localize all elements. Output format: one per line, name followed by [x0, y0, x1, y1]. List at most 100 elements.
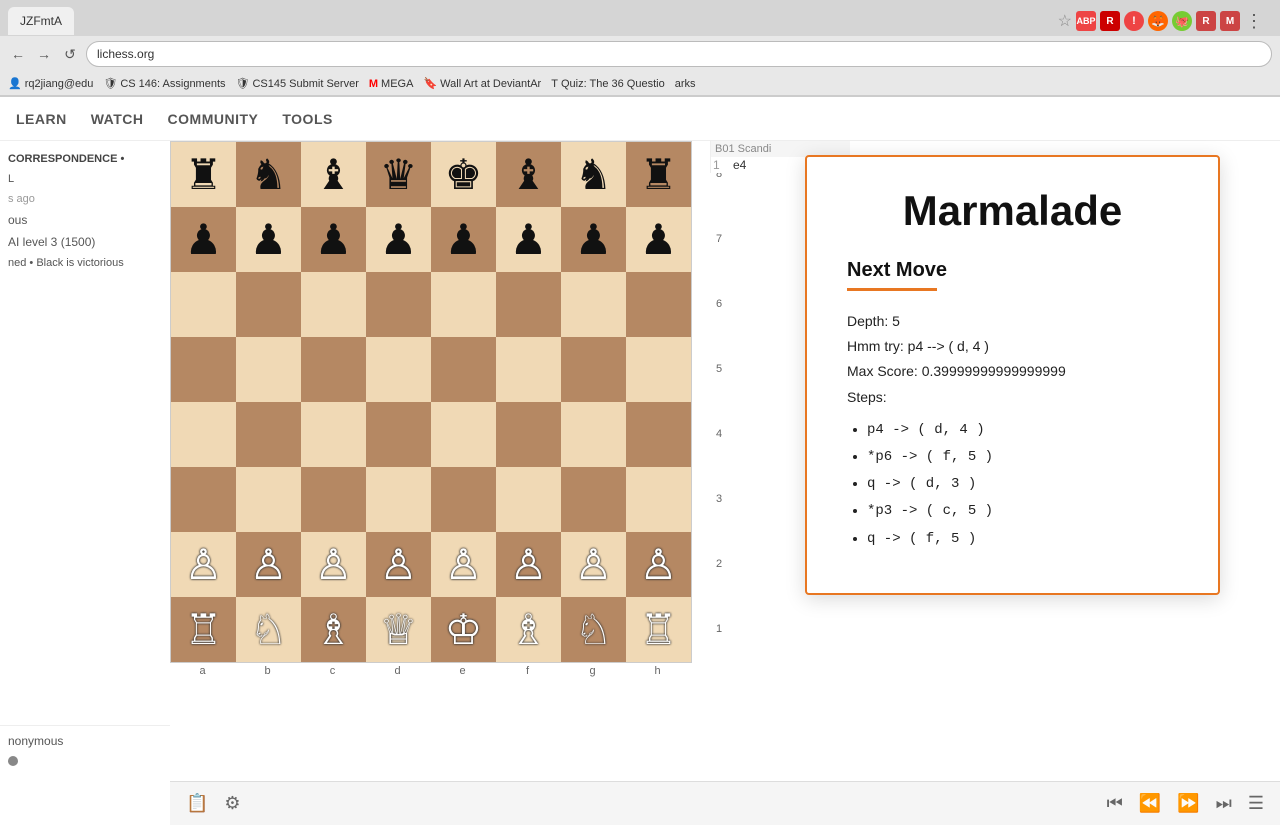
browser-tab[interactable]: JZFmtA: [8, 7, 74, 35]
ext-icon-4[interactable]: 🦊: [1148, 11, 1168, 31]
settings-icon[interactable]: ⚙: [224, 793, 240, 814]
last-move-icon[interactable]: ⏭: [1216, 793, 1232, 814]
chess-cell-4-4[interactable]: [431, 402, 496, 467]
chess-board[interactable]: ♜♞♝♛♚♝♞♜♟♟♟♟♟♟♟♟♙♙♙♙♙♙♙♙♖♘♗♕♔♗♘♖: [170, 141, 692, 663]
nav-community[interactable]: COMMUNITY: [168, 111, 259, 127]
chess-cell-1-3[interactable]: ♟: [366, 207, 431, 272]
chess-cell-7-0[interactable]: ♖: [171, 597, 236, 662]
chess-cell-1-4[interactable]: ♟: [431, 207, 496, 272]
next-move-icon[interactable]: ⏩: [1177, 793, 1199, 814]
chat-user: nonymous: [8, 734, 162, 748]
chess-cell-7-7[interactable]: ♖: [626, 597, 691, 662]
first-move-icon[interactable]: ⏮: [1107, 793, 1123, 814]
ext-icon-2[interactable]: R: [1100, 11, 1120, 31]
back-icon[interactable]: ←: [8, 44, 28, 64]
chess-cell-0-0[interactable]: ♜: [171, 142, 236, 207]
nav-watch[interactable]: WATCH: [91, 111, 144, 127]
chess-cell-4-5[interactable]: [496, 402, 561, 467]
chess-cell-5-0[interactable]: [171, 467, 236, 532]
chess-cell-2-6[interactable]: [561, 272, 626, 337]
chess-cell-4-2[interactable]: [301, 402, 366, 467]
chess-cell-1-2[interactable]: ♟: [301, 207, 366, 272]
chess-cell-0-3[interactable]: ♛: [366, 142, 431, 207]
ext-icon-5[interactable]: 🐙: [1172, 11, 1192, 31]
chess-cell-3-5[interactable]: [496, 337, 561, 402]
chess-cell-5-7[interactable]: [626, 467, 691, 532]
nav-learn[interactable]: LEARN: [16, 111, 67, 127]
forward-icon[interactable]: →: [34, 44, 54, 64]
chess-cell-4-0[interactable]: [171, 402, 236, 467]
ext-icon-6[interactable]: R: [1196, 11, 1216, 31]
chess-cell-3-3[interactable]: [366, 337, 431, 402]
chess-cell-3-0[interactable]: [171, 337, 236, 402]
chess-cell-3-6[interactable]: [561, 337, 626, 402]
chess-cell-1-7[interactable]: ♟: [626, 207, 691, 272]
ext-icon-1[interactable]: ABP: [1076, 11, 1096, 31]
bookmark-6[interactable]: arks: [675, 78, 696, 90]
bookmark-5[interactable]: T Quiz: The 36 Questio: [551, 78, 664, 90]
chess-cell-5-5[interactable]: [496, 467, 561, 532]
chess-cell-0-6[interactable]: ♞: [561, 142, 626, 207]
address-bar-input[interactable]: [86, 41, 1272, 67]
chess-cell-2-4[interactable]: [431, 272, 496, 337]
chess-cell-1-6[interactable]: ♟: [561, 207, 626, 272]
ext-icon-7[interactable]: M: [1220, 11, 1240, 31]
bookmark-1[interactable]: 👤 rq2jiang@edu: [8, 77, 93, 90]
chess-cell-4-6[interactable]: [561, 402, 626, 467]
chess-cell-4-7[interactable]: [626, 402, 691, 467]
chess-cell-3-1[interactable]: [236, 337, 301, 402]
chess-cell-2-7[interactable]: [626, 272, 691, 337]
chess-cell-7-5[interactable]: ♗: [496, 597, 561, 662]
menu-icon[interactable]: ☰: [1248, 793, 1264, 814]
bookmark-4[interactable]: 🔖 Wall Art at DeviantAr: [423, 77, 541, 90]
notes-icon[interactable]: 📋: [186, 793, 208, 814]
chess-cell-6-3[interactable]: ♙: [366, 532, 431, 597]
chess-cell-6-2[interactable]: ♙: [301, 532, 366, 597]
chess-cell-7-1[interactable]: ♘: [236, 597, 301, 662]
bookmark-3[interactable]: 🛡 CS145 Submit Server: [236, 77, 359, 90]
chess-cell-0-1[interactable]: ♞: [236, 142, 301, 207]
reload-icon[interactable]: ↺: [60, 44, 80, 64]
chess-cell-0-5[interactable]: ♝: [496, 142, 561, 207]
chess-cell-6-1[interactable]: ♙: [236, 532, 301, 597]
chess-cell-7-3[interactable]: ♕: [366, 597, 431, 662]
chess-cell-7-2[interactable]: ♗: [301, 597, 366, 662]
popup-steps-label: Steps:: [847, 385, 1178, 410]
bookmark-icon-5: T: [551, 78, 558, 90]
bookmark-2[interactable]: 🛡 CS 146: Assignments: [103, 77, 225, 90]
chess-cell-4-3[interactable]: [366, 402, 431, 467]
chess-cell-2-0[interactable]: [171, 272, 236, 337]
star-icon[interactable]: ☆: [1058, 11, 1072, 31]
chess-cell-3-7[interactable]: [626, 337, 691, 402]
chess-cell-6-0[interactable]: ♙: [171, 532, 236, 597]
chess-cell-5-3[interactable]: [366, 467, 431, 532]
chess-cell-0-4[interactable]: ♚: [431, 142, 496, 207]
chess-cell-0-7[interactable]: ♜: [626, 142, 691, 207]
chess-cell-5-2[interactable]: [301, 467, 366, 532]
chess-cell-2-1[interactable]: [236, 272, 301, 337]
chess-cell-1-1[interactable]: ♟: [236, 207, 301, 272]
bookmark-mega[interactable]: M MEGA: [369, 78, 414, 90]
chess-cell-6-6[interactable]: ♙: [561, 532, 626, 597]
chess-cell-7-4[interactable]: ♔: [431, 597, 496, 662]
chess-cell-7-6[interactable]: ♘: [561, 597, 626, 662]
chess-cell-6-5[interactable]: ♙: [496, 532, 561, 597]
chess-cell-2-3[interactable]: [366, 272, 431, 337]
chess-cell-0-2[interactable]: ♝: [301, 142, 366, 207]
chess-cell-5-1[interactable]: [236, 467, 301, 532]
more-icon[interactable]: ⋮: [1244, 11, 1264, 31]
chess-cell-6-4[interactable]: ♙: [431, 532, 496, 597]
chess-cell-5-6[interactable]: [561, 467, 626, 532]
chess-cell-3-2[interactable]: [301, 337, 366, 402]
nav-tools[interactable]: TOOLS: [282, 111, 332, 127]
prev-move-icon[interactable]: ⏪: [1139, 793, 1161, 814]
chess-cell-2-2[interactable]: [301, 272, 366, 337]
chess-cell-3-4[interactable]: [431, 337, 496, 402]
chess-cell-4-1[interactable]: [236, 402, 301, 467]
chess-cell-2-5[interactable]: [496, 272, 561, 337]
chess-cell-1-0[interactable]: ♟: [171, 207, 236, 272]
chess-cell-6-7[interactable]: ♙: [626, 532, 691, 597]
chess-cell-1-5[interactable]: ♟: [496, 207, 561, 272]
ext-icon-3[interactable]: !: [1124, 11, 1144, 31]
chess-cell-5-4[interactable]: [431, 467, 496, 532]
